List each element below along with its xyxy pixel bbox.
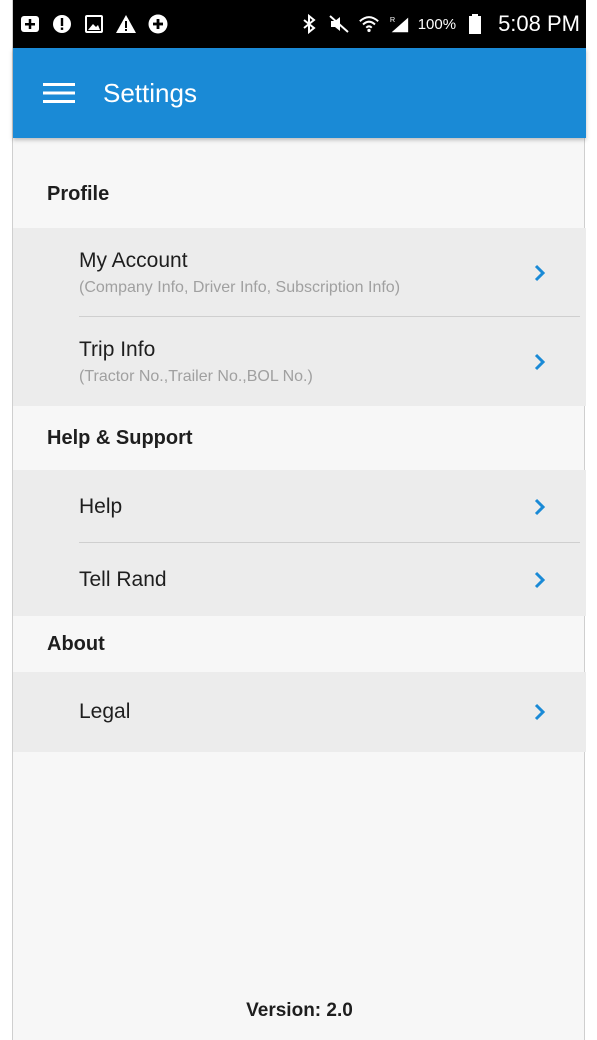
item-title: Help bbox=[79, 494, 123, 518]
bluetooth-icon bbox=[298, 13, 320, 35]
item-title: My Account bbox=[79, 248, 188, 272]
item-subtitle: (Company Info, Driver Info, Subscription… bbox=[79, 278, 401, 296]
image-icon bbox=[83, 13, 105, 35]
battery-icon bbox=[464, 13, 486, 35]
status-bar: R 100% 5:08 PM bbox=[13, 0, 586, 48]
hamburger-menu-icon[interactable] bbox=[29, 63, 89, 123]
section-header-help-support: Help & Support bbox=[47, 426, 193, 449]
item-subtitle: (Tractor No.,Trailer No.,BOL No.) bbox=[79, 367, 313, 385]
app-bar: Settings bbox=[13, 48, 586, 138]
chevron-right-icon bbox=[530, 352, 550, 372]
section-header-profile: Profile bbox=[47, 182, 110, 205]
profile-group: My Account (Company Info, Driver Info, S… bbox=[13, 228, 586, 406]
settings-item-help[interactable]: Help bbox=[13, 470, 586, 543]
clock: 5:08 PM bbox=[498, 11, 580, 36]
settings-item-legal[interactable]: Legal bbox=[13, 672, 586, 752]
help-support-group: Help Tell Rand bbox=[13, 470, 586, 616]
chevron-right-icon bbox=[530, 497, 550, 517]
wifi-icon bbox=[358, 13, 380, 35]
alert-circle-icon bbox=[51, 13, 73, 35]
section-header-about: About bbox=[47, 632, 105, 655]
item-title: Trip Info bbox=[79, 337, 156, 361]
item-title: Legal bbox=[79, 700, 131, 723]
settings-item-trip-info[interactable]: Trip Info (Tractor No.,Trailer No.,BOL N… bbox=[13, 317, 586, 406]
svg-text:R: R bbox=[390, 15, 395, 24]
chevron-right-icon bbox=[530, 263, 550, 283]
item-title: Tell Rand bbox=[79, 567, 167, 591]
version-label: Version: 2.0 bbox=[246, 1000, 353, 1021]
plus-circle-icon bbox=[147, 13, 169, 35]
phone-screen: R 100% 5:08 PM Settings Profile My Accou… bbox=[12, 0, 586, 1040]
settings-item-my-account[interactable]: My Account (Company Info, Driver Info, S… bbox=[13, 228, 586, 317]
mute-icon bbox=[328, 13, 350, 35]
warning-icon bbox=[115, 13, 137, 35]
page-title: Settings bbox=[103, 77, 197, 108]
add-box-icon bbox=[19, 13, 41, 35]
about-group: Legal bbox=[13, 672, 586, 752]
settings-item-tell-rand[interactable]: Tell Rand bbox=[13, 543, 586, 616]
chevron-right-icon bbox=[530, 702, 550, 722]
chevron-right-icon bbox=[530, 570, 550, 590]
battery-percent: 100% bbox=[417, 15, 457, 33]
signal-roaming-icon: R bbox=[388, 13, 410, 35]
